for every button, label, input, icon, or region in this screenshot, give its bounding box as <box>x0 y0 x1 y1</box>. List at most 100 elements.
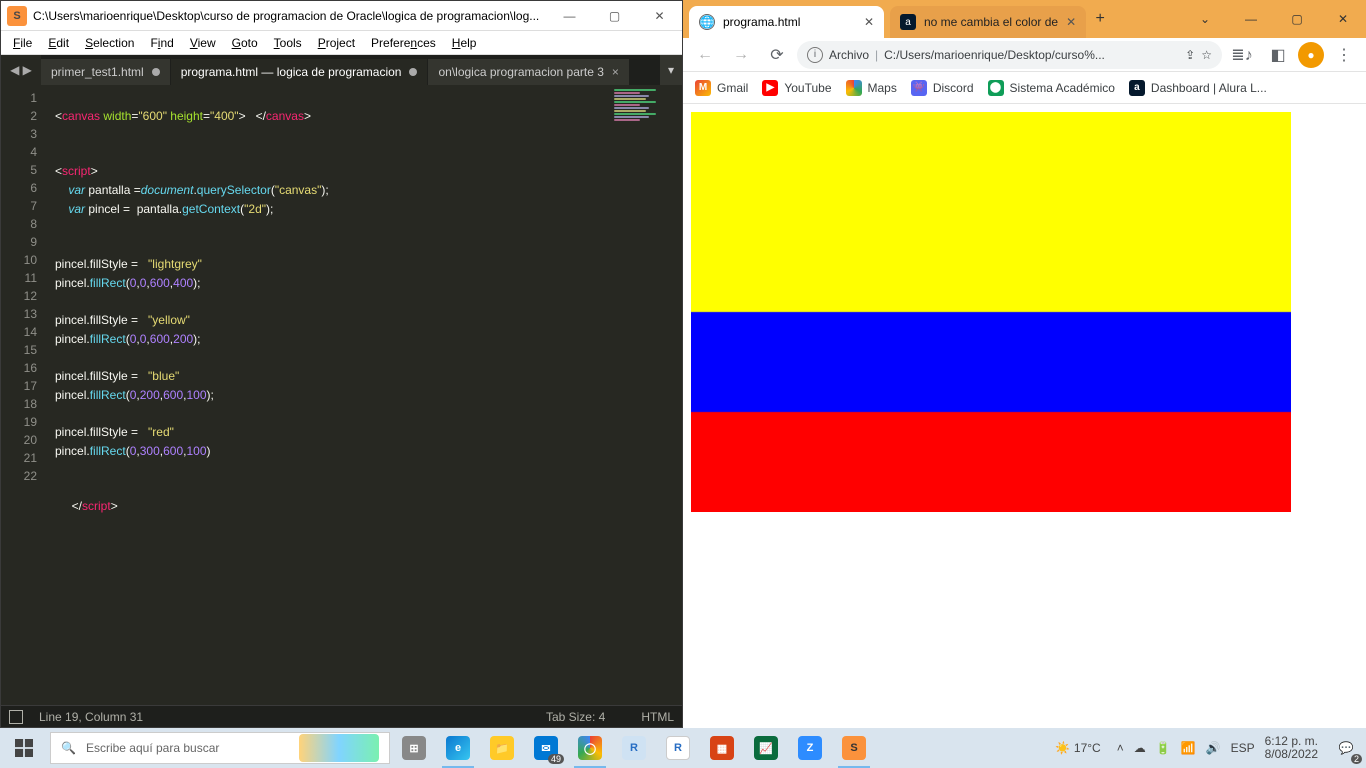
bookmark-youtube[interactable]: ▶YouTube <box>762 80 831 96</box>
volume-icon[interactable]: 🔊 <box>1206 741 1221 755</box>
taskbar-app1[interactable]: ▦ <box>700 728 744 768</box>
search-highlight-icon <box>299 734 379 762</box>
status-syntax[interactable]: HTML <box>641 710 674 724</box>
globe-icon: 🌐 <box>699 14 715 30</box>
taskbar-zoom[interactable]: Z <box>788 728 832 768</box>
taskbar-r[interactable]: R <box>612 728 656 768</box>
back-button[interactable]: ← <box>689 41 721 69</box>
editor-body: 12345678910111213141516171819202122 <can… <box>1 85 682 705</box>
tab-overflow-button[interactable]: ▾ <box>660 55 682 85</box>
canvas-output <box>691 112 1291 512</box>
status-panel-icon[interactable] <box>9 710 23 724</box>
tab-logica3[interactable]: on\logica programacion parte 3 × <box>428 59 629 85</box>
sublime-title-text: C:\Users\marioenrique\Desktop\curso de p… <box>33 9 547 23</box>
sidepanel-icon[interactable]: ◧ <box>1262 41 1294 69</box>
sublime-app-icon: S <box>7 6 27 26</box>
taskbar-edge[interactable]: e <box>436 728 480 768</box>
tab-nav-arrows[interactable]: ◀ ▶ <box>1 55 41 85</box>
profile-avatar[interactable]: ● <box>1298 42 1324 68</box>
menu-goto[interactable]: Goto <box>226 34 264 52</box>
menu-help[interactable]: Help <box>446 34 483 52</box>
minimize-button[interactable]: — <box>1228 0 1274 38</box>
menu-project[interactable]: Project <box>312 34 361 52</box>
dirty-dot-icon <box>409 68 417 76</box>
status-tabsize[interactable]: Tab Size: 4 <box>546 710 605 724</box>
notification-icon: 💬 <box>1339 741 1354 755</box>
taskbar-sublime[interactable]: S <box>832 728 876 768</box>
taskbar-app2[interactable]: 📈 <box>744 728 788 768</box>
sublime-statusbar: Line 19, Column 31 Tab Size: 4 HTML <box>1 705 682 727</box>
battery-icon[interactable]: 🔋 <box>1156 741 1171 755</box>
taskbar-explorer[interactable]: 📁 <box>480 728 524 768</box>
omnibox[interactable]: i Archivo | C:/Users/marioenrique/Deskto… <box>797 41 1222 69</box>
alura-icon: a <box>900 14 916 30</box>
taskbar-rstudio[interactable]: R <box>656 728 700 768</box>
alura-icon: a <box>1129 80 1145 96</box>
tab-label: primer_test1.html <box>51 65 144 79</box>
taskbar-chrome[interactable]: ◯ <box>568 728 612 768</box>
tab-label: programa.html — logica de programacion <box>181 65 402 79</box>
kebab-menu-icon[interactable]: ⋮ <box>1328 41 1360 69</box>
close-button[interactable]: ✕ <box>1320 0 1366 38</box>
start-button[interactable] <box>0 728 48 768</box>
sublime-titlebar[interactable]: S C:\Users\marioenrique\Desktop\curso de… <box>1 1 682 31</box>
tab-programa[interactable]: programa.html — logica de programacion <box>171 59 429 85</box>
share-icon[interactable]: ⇪ <box>1185 48 1195 62</box>
close-button[interactable]: ✕ <box>637 1 682 31</box>
clock[interactable]: 6:12 p. m. 8/08/2022 <box>1265 735 1318 761</box>
menu-tools[interactable]: Tools <box>268 34 308 52</box>
task-view-button[interactable]: ⊞ <box>392 728 436 768</box>
code-area[interactable]: <canvas width="600" height="400"> </canv… <box>47 85 610 705</box>
menu-edit[interactable]: Edit <box>42 34 75 52</box>
status-cursor: Line 19, Column 31 <box>39 710 143 724</box>
taskbar-search[interactable]: 🔍 Escribe aquí para buscar <box>50 732 390 764</box>
star-icon[interactable]: ☆ <box>1201 48 1212 62</box>
chrome-tab-title: programa.html <box>723 15 856 29</box>
close-tab-icon[interactable]: ✕ <box>1066 15 1076 29</box>
minimize-button[interactable]: — <box>547 1 592 31</box>
search-placeholder: Escribe aquí para buscar <box>86 741 219 755</box>
action-center-button[interactable]: 💬 2 <box>1326 728 1366 768</box>
bookmark-alura[interactable]: aDashboard | Alura L... <box>1129 80 1267 96</box>
bookmark-gmail[interactable]: MGmail <box>695 80 748 96</box>
taskbar-mail[interactable]: ✉49 <box>524 728 568 768</box>
info-icon[interactable]: i <box>807 47 823 63</box>
youtube-icon: ▶ <box>762 80 778 96</box>
chrome-caret-down-icon[interactable]: ⌄ <box>1182 0 1228 38</box>
close-tab-icon[interactable]: × <box>612 65 619 79</box>
wifi-icon[interactable]: 📶 <box>1181 741 1196 755</box>
reload-button[interactable]: ⟳ <box>761 41 793 69</box>
page-viewport[interactable] <box>683 104 1366 728</box>
bookmark-sistema[interactable]: ⬤Sistema Académico <box>988 80 1115 96</box>
forward-button[interactable]: → <box>725 41 757 69</box>
chrome-toolbar: ← → ⟳ i Archivo | C:/Users/marioenrique/… <box>683 38 1366 72</box>
tray-chevron-icon[interactable]: ˄ <box>1117 741 1124 755</box>
system-tray: ☀️17°C ˄ ☁ 🔋 📶 🔊 ESP 6:12 p. m. 8/08/202… <box>1047 735 1326 761</box>
windows-taskbar: 🔍 Escribe aquí para buscar ⊞ e 📁 ✉49 ◯ R… <box>0 728 1366 768</box>
menu-selection[interactable]: Selection <box>79 34 140 52</box>
maximize-button[interactable]: ▢ <box>1274 0 1320 38</box>
keyboard-lang[interactable]: ESP <box>1231 741 1255 755</box>
chrome-tab-title: no me cambia el color de <box>924 15 1058 29</box>
chrome-tab-programa[interactable]: 🌐 programa.html ✕ <box>689 6 884 38</box>
onedrive-icon[interactable]: ☁ <box>1134 741 1146 755</box>
minimap[interactable] <box>610 85 682 705</box>
new-tab-button[interactable]: + <box>1086 10 1114 28</box>
menu-preferences[interactable]: Preferences <box>365 34 442 52</box>
bookmarks-bar: MGmail ▶YouTube Maps 👾Discord ⬤Sistema A… <box>683 72 1366 104</box>
menu-file[interactable]: File <box>7 34 38 52</box>
bookmark-maps[interactable]: Maps <box>846 80 897 96</box>
chrome-tab-alura[interactable]: a no me cambia el color de ✕ <box>890 6 1086 38</box>
globe-icon: ⬤ <box>988 80 1004 96</box>
sublime-tabbar: ◀ ▶ primer_test1.html programa.html — lo… <box>1 55 682 85</box>
reading-list-icon[interactable]: ≣♪ <box>1226 41 1258 69</box>
close-tab-icon[interactable]: ✕ <box>864 15 874 29</box>
maximize-button[interactable]: ▢ <box>592 1 637 31</box>
menu-find[interactable]: Find <box>144 34 179 52</box>
bookmark-discord[interactable]: 👾Discord <box>911 80 974 96</box>
sun-icon: ☀️ <box>1055 741 1070 755</box>
menu-view[interactable]: View <box>184 34 222 52</box>
weather-widget[interactable]: ☀️17°C <box>1055 741 1101 755</box>
tab-primer-test[interactable]: primer_test1.html <box>41 59 171 85</box>
line-gutter[interactable]: 12345678910111213141516171819202122 <box>1 85 47 705</box>
